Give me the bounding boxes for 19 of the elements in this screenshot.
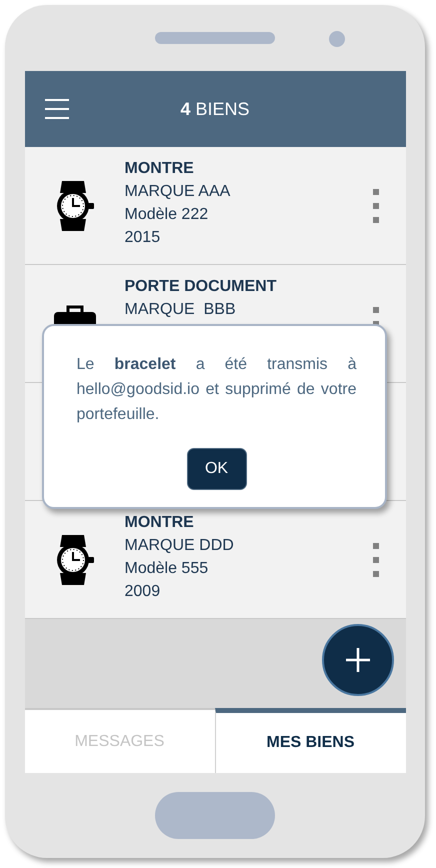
camera bbox=[329, 31, 345, 47]
tab[interactable]: MES BIENS bbox=[214, 708, 406, 773]
item-year: 2009 bbox=[124, 582, 162, 602]
item-title: MONTRE bbox=[124, 513, 195, 533]
item-model: Modèle 222 bbox=[124, 205, 210, 225]
item-title: PORTE DOCUMENT bbox=[124, 277, 278, 297]
more-icon[interactable] bbox=[372, 542, 378, 576]
item-year: 2015 bbox=[124, 228, 162, 248]
header-title: 4 BIENS bbox=[180, 98, 250, 120]
plus-icon bbox=[346, 648, 370, 672]
menu-icon[interactable] bbox=[44, 99, 68, 119]
item-brand: MARQUE DDD bbox=[124, 536, 235, 556]
more-icon[interactable] bbox=[372, 188, 378, 222]
item-model: Modèle 555 bbox=[124, 559, 210, 579]
item-brand: MARQUE AAA bbox=[124, 182, 232, 202]
item-title: MONTRE bbox=[124, 159, 195, 179]
item-brand: MARQUE BBB bbox=[124, 300, 237, 320]
ok-button[interactable]: OK bbox=[186, 448, 246, 490]
dialog-message: Le bracelet a été transmis à hello@goodsid.io et supprimé de votre portefeuille. bbox=[76, 355, 356, 425]
